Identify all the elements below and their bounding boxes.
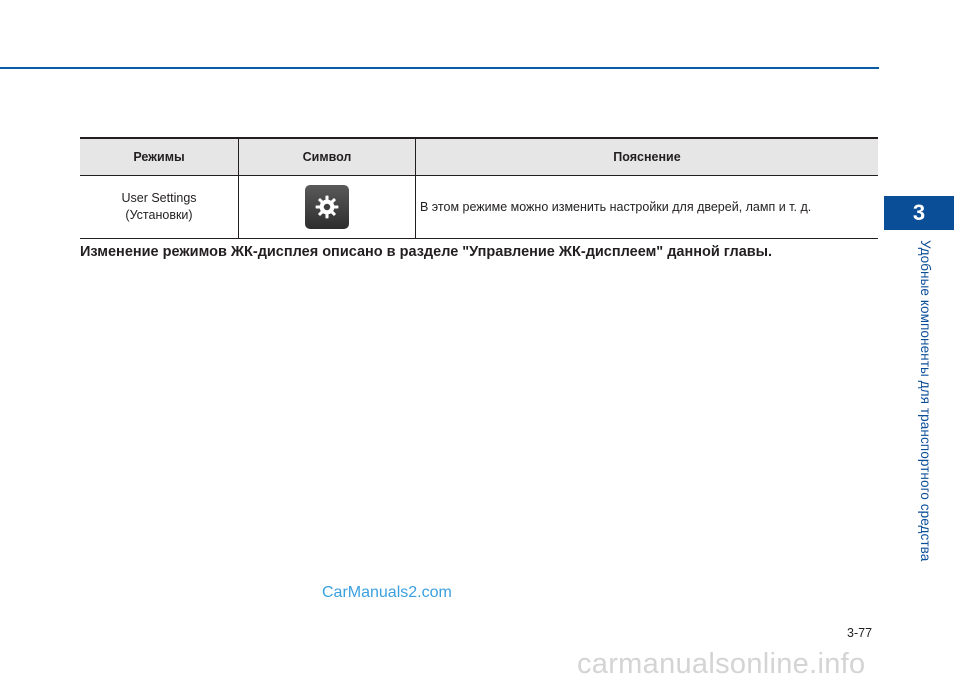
chapter-number: 3 <box>912 200 926 225</box>
header-modes: Режимы <box>80 137 239 176</box>
top-rule <box>0 67 879 69</box>
chapter-tab: 3 <box>884 196 954 230</box>
mode-name-ru: (Установки) <box>125 208 193 222</box>
page-number: 3-77 <box>847 626 873 640</box>
mode-cell: User Settings (Установки) <box>80 175 239 239</box>
watermark-link[interactable]: CarManuals2.com <box>322 584 452 602</box>
note-text: Изменение режимов ЖК-дисплея описано в р… <box>80 244 773 260</box>
settings-button <box>305 185 349 229</box>
mode-name: User Settings <box>121 191 197 205</box>
chapter-title: Удобные компоненты для транспортного сре… <box>918 240 933 562</box>
modes-table: Режимы Символ Пояснение User Settings (У… <box>80 137 878 239</box>
footer-watermark: carmanualsonline.info <box>577 648 866 680</box>
table-row: User Settings (Установки) В этом режиме … <box>80 175 878 239</box>
symbol-cell <box>238 175 416 239</box>
header-symbol: Символ <box>238 137 416 176</box>
description-cell: В этом режиме можно изменить настройки д… <box>415 175 878 239</box>
gear-icon <box>315 195 339 219</box>
table-header-row: Режимы Символ Пояснение <box>80 137 878 176</box>
header-explanation: Пояснение <box>415 137 878 176</box>
